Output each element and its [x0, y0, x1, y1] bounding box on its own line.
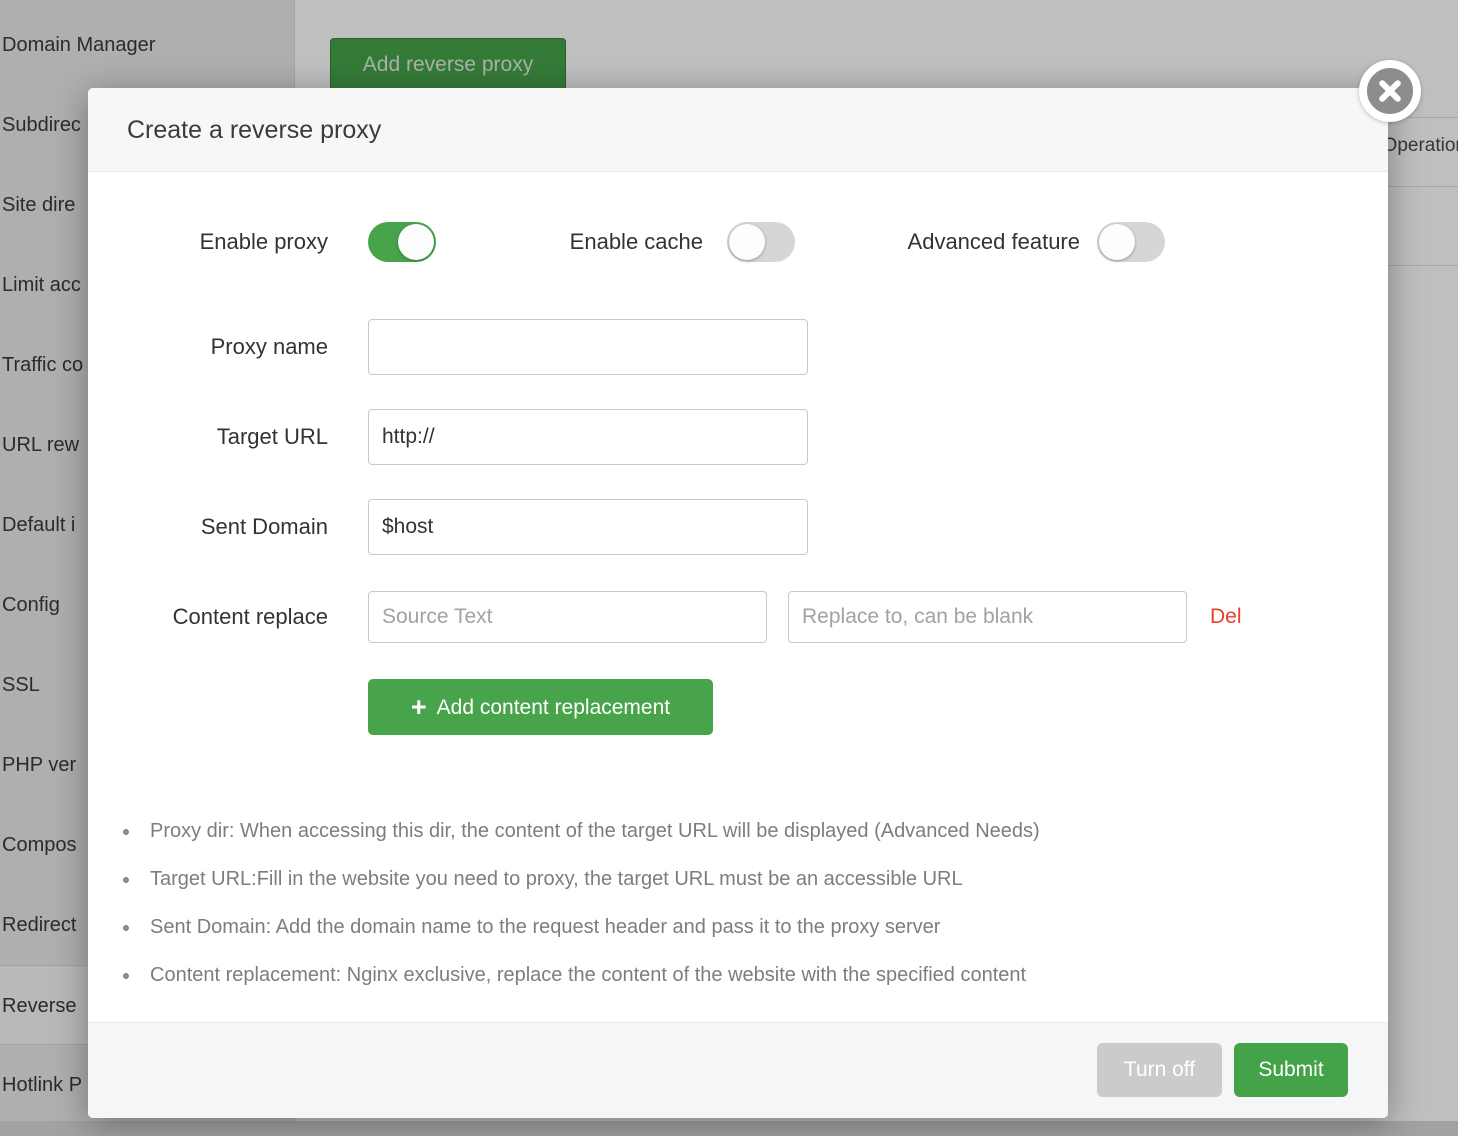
- target-url-label: Target URL: [88, 409, 328, 465]
- enable-proxy-label: Enable proxy: [88, 222, 328, 262]
- modal-header: Create a reverse proxy: [88, 88, 1388, 172]
- advanced-feature-toggle[interactable]: [1097, 222, 1165, 262]
- toggle-knob: [398, 224, 434, 260]
- enable-cache-label: Enable cache: [528, 222, 703, 262]
- sent-domain-input[interactable]: [368, 499, 808, 555]
- submit-button[interactable]: Submit: [1234, 1043, 1348, 1097]
- content-replace-label: Content replace: [88, 591, 328, 643]
- turn-off-button[interactable]: Turn off: [1097, 1043, 1222, 1097]
- replace-to-input[interactable]: [788, 591, 1187, 643]
- note-content-replacement: Content replacement: Nginx exclusive, re…: [150, 951, 1350, 999]
- create-reverse-proxy-modal: Create a reverse proxy Enable proxy Enab…: [88, 88, 1388, 1118]
- help-notes-list: Proxy dir: When accessing this dir, the …: [150, 807, 1350, 999]
- proxy-name-label: Proxy name: [88, 319, 328, 375]
- delete-replacement-link[interactable]: Del: [1210, 591, 1242, 643]
- add-content-replacement-label: Add content replacement: [437, 696, 670, 719]
- enable-proxy-toggle[interactable]: [368, 222, 436, 262]
- modal-footer: Turn off Submit: [88, 1022, 1388, 1118]
- enable-cache-toggle[interactable]: [727, 222, 795, 262]
- toggle-knob: [729, 224, 765, 260]
- note-sent-domain: Sent Domain: Add the domain name to the …: [150, 903, 1350, 951]
- sent-domain-label: Sent Domain: [88, 499, 328, 555]
- note-proxy-dir: Proxy dir: When accessing this dir, the …: [150, 807, 1350, 855]
- close-button[interactable]: [1359, 60, 1421, 122]
- source-text-input[interactable]: [368, 591, 767, 643]
- plus-icon: +: [411, 692, 427, 722]
- modal-title: Create a reverse proxy: [127, 88, 381, 172]
- advanced-feature-label: Advanced feature: [863, 222, 1080, 262]
- toggle-knob: [1099, 224, 1135, 260]
- add-content-replacement-button[interactable]: + Add content replacement: [368, 679, 713, 735]
- proxy-name-input[interactable]: [368, 319, 808, 375]
- target-url-input[interactable]: [368, 409, 808, 465]
- note-target-url: Target URL:Fill in the website you need …: [150, 855, 1350, 903]
